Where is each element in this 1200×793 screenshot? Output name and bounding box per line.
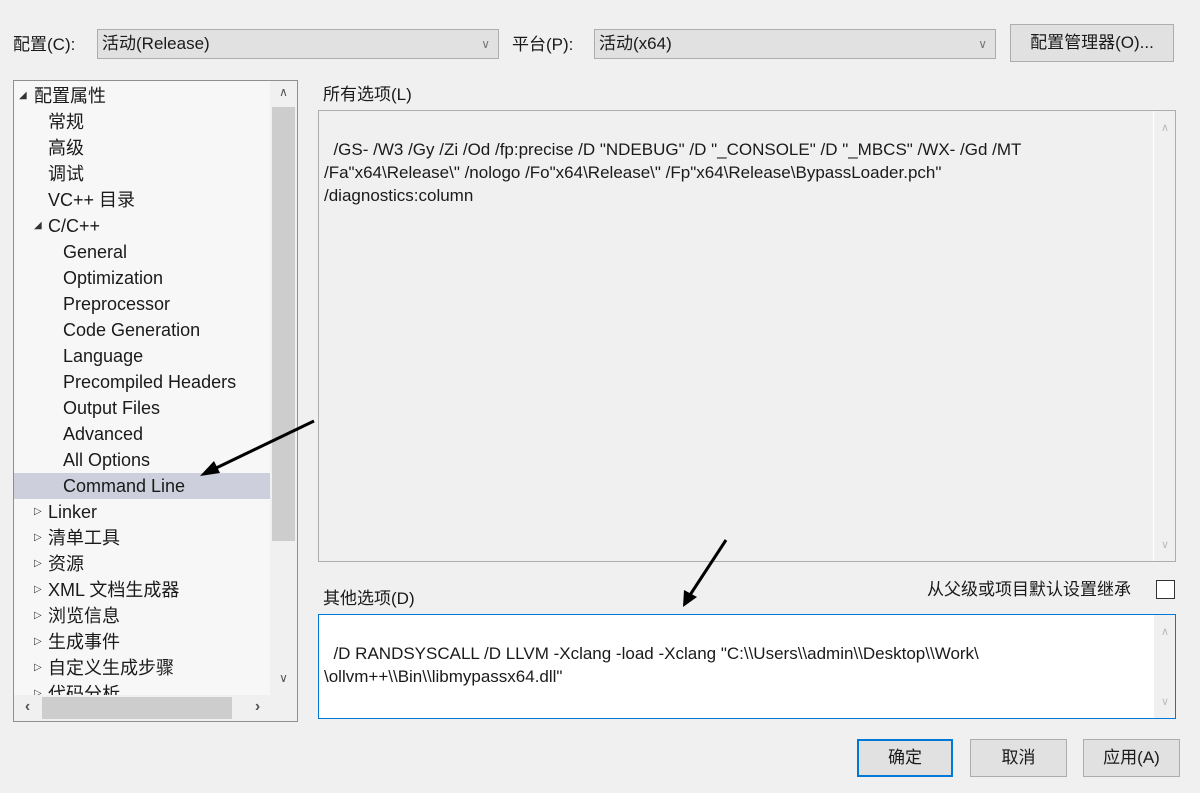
scroll-right-icon[interactable]: ›: [244, 698, 271, 716]
collapsed-triangle-icon[interactable]: ▷: [34, 525, 42, 551]
tree-item-label: Preprocessor: [63, 294, 171, 314]
tree-item[interactable]: ◢ C/C++: [14, 213, 271, 239]
tree-item-label: All Options: [63, 450, 151, 470]
additional-options-textarea[interactable]: /D RANDSYSCALL /D LLVM -Xclang -load -Xc…: [318, 614, 1176, 719]
all-options-scrollbar[interactable]: ∧ ∨: [1153, 111, 1175, 561]
tree-item-label: 配置属性: [34, 86, 106, 106]
all-options-text: /GS- /W3 /Gy /Zi /Od /fp:precise /D "NDE…: [324, 140, 1022, 205]
tree-item-label: XML 文档生成器: [48, 580, 180, 600]
tree-item-label: 高级: [48, 138, 84, 158]
tree-item[interactable]: Preprocessor: [14, 291, 271, 317]
tree-item-label: Language: [63, 346, 144, 366]
config-manager-button[interactable]: 配置管理器(O)...: [1010, 24, 1174, 62]
tree-item-label: 调试: [48, 164, 84, 184]
tree-item[interactable]: Precompiled Headers: [14, 369, 271, 395]
scroll-down-icon[interactable]: ∨: [270, 671, 297, 685]
tree-item[interactable]: ▷ 清单工具: [14, 525, 271, 551]
additional-options-text: /D RANDSYSCALL /D LLVM -Xclang -load -Xc…: [324, 644, 979, 686]
expanded-triangle-icon[interactable]: ◢: [34, 213, 42, 239]
tree-item-label: C/C++: [48, 216, 101, 236]
tree-item[interactable]: ▷ 自定义生成步骤: [14, 655, 271, 681]
tree-item-label: Advanced: [63, 424, 144, 444]
platform-select[interactable]: 活动(x64) ∨: [594, 29, 996, 59]
tree-item-label: Precompiled Headers: [63, 372, 237, 392]
tree-item[interactable]: All Options: [14, 447, 271, 473]
tree-item-label: Code Generation: [63, 320, 201, 340]
scroll-up-icon[interactable]: ∧: [270, 85, 297, 99]
tree-item[interactable]: 调试: [14, 161, 271, 187]
tree-item[interactable]: 高级: [14, 135, 271, 161]
config-select-value: 活动(Release): [102, 34, 210, 53]
scroll-down-icon[interactable]: ∨: [1154, 691, 1176, 714]
tree-item[interactable]: VC++ 目录: [14, 187, 271, 213]
tree-item-label: Optimization: [63, 268, 164, 288]
tree-item[interactable]: Language: [14, 343, 271, 369]
scroll-corner: [270, 695, 297, 721]
tree-item-label: Linker: [48, 502, 98, 522]
tree-item-label: 资源: [48, 554, 84, 574]
tree-item[interactable]: ▷ Linker: [14, 499, 271, 525]
all-options-textarea[interactable]: /GS- /W3 /Gy /Zi /Od /fp:precise /D "NDE…: [318, 110, 1176, 562]
tree-item[interactable]: ▷ 浏览信息: [14, 603, 271, 629]
all-options-label: 所有选项(L): [323, 85, 412, 104]
scroll-left-icon[interactable]: ‹: [14, 698, 41, 716]
tree-item-label: General: [63, 242, 128, 262]
collapsed-triangle-icon[interactable]: ▷: [34, 629, 42, 655]
tree-vertical-scrollbar[interactable]: ∧ ∨: [270, 81, 297, 696]
tree-item[interactable]: ▷ XML 文档生成器: [14, 577, 271, 603]
tree-item-label: VC++ 目录: [48, 190, 136, 210]
collapsed-triangle-icon[interactable]: ▷: [34, 655, 42, 681]
tree-item-label: 清单工具: [48, 528, 120, 548]
tree-item-label: 常规: [48, 112, 84, 132]
cancel-button[interactable]: 取消: [970, 739, 1067, 777]
tree-item-label: Command Line: [63, 476, 186, 496]
tree-item[interactable]: Command Line: [14, 473, 271, 499]
scroll-up-icon[interactable]: ∧: [1154, 621, 1176, 644]
tree-horizontal-scroll-thumb[interactable]: [42, 697, 232, 719]
tree-vertical-scroll-thumb[interactable]: [272, 107, 295, 541]
property-tree: ◢ 配置属性常规高级调试 VC++ 目录 ◢ C/C++ General Optimizat…: [13, 80, 298, 722]
tree-item[interactable]: ▷ 生成事件: [14, 629, 271, 655]
tree-horizontal-scrollbar[interactable]: ‹ ›: [14, 695, 271, 721]
ok-button[interactable]: 确定: [857, 739, 953, 777]
config-label: 配置(C):: [13, 35, 76, 54]
inherit-checkbox[interactable]: [1156, 580, 1175, 599]
tree-item[interactable]: Optimization: [14, 265, 271, 291]
tree-item[interactable]: ◢ 配置属性: [14, 83, 271, 109]
chevron-down-icon: ∨: [481, 37, 490, 51]
tree-item-label: Output Files: [63, 398, 161, 418]
platform-label: 平台(P):: [512, 35, 574, 54]
chevron-down-icon: ∨: [978, 37, 987, 51]
inherit-label: 从父级或项目默认设置继承: [927, 580, 1131, 599]
scroll-up-icon[interactable]: ∧: [1154, 117, 1176, 140]
collapsed-triangle-icon[interactable]: ▷: [34, 551, 42, 577]
tree-item-label: 自定义生成步骤: [48, 658, 174, 678]
tree-item[interactable]: ▷ 资源: [14, 551, 271, 577]
tree-item[interactable]: Output Files: [14, 395, 271, 421]
platform-select-value: 活动(x64): [599, 34, 672, 53]
additional-options-label: 其他选项(D): [323, 589, 415, 608]
tree-item-label: 浏览信息: [48, 606, 120, 626]
collapsed-triangle-icon[interactable]: ▷: [34, 577, 42, 603]
tree-item[interactable]: General: [14, 239, 271, 265]
collapsed-triangle-icon[interactable]: ▷: [34, 603, 42, 629]
tree-item-label: 生成事件: [48, 632, 120, 652]
scroll-down-icon[interactable]: ∨: [1154, 534, 1176, 557]
additional-options-scrollbar[interactable]: ∧ ∨: [1153, 615, 1175, 718]
apply-button[interactable]: 应用(A): [1083, 739, 1180, 777]
tree-item[interactable]: 常规: [14, 109, 271, 135]
tree-item[interactable]: Advanced: [14, 421, 271, 447]
collapsed-triangle-icon[interactable]: ▷: [34, 499, 42, 525]
tree-items: ◢ 配置属性常规高级调试 VC++ 目录 ◢ C/C++ General Optimizat…: [14, 83, 271, 707]
config-select[interactable]: 活动(Release) ∨: [97, 29, 499, 59]
expanded-triangle-icon[interactable]: ◢: [19, 83, 27, 109]
tree-item[interactable]: Code Generation: [14, 317, 271, 343]
